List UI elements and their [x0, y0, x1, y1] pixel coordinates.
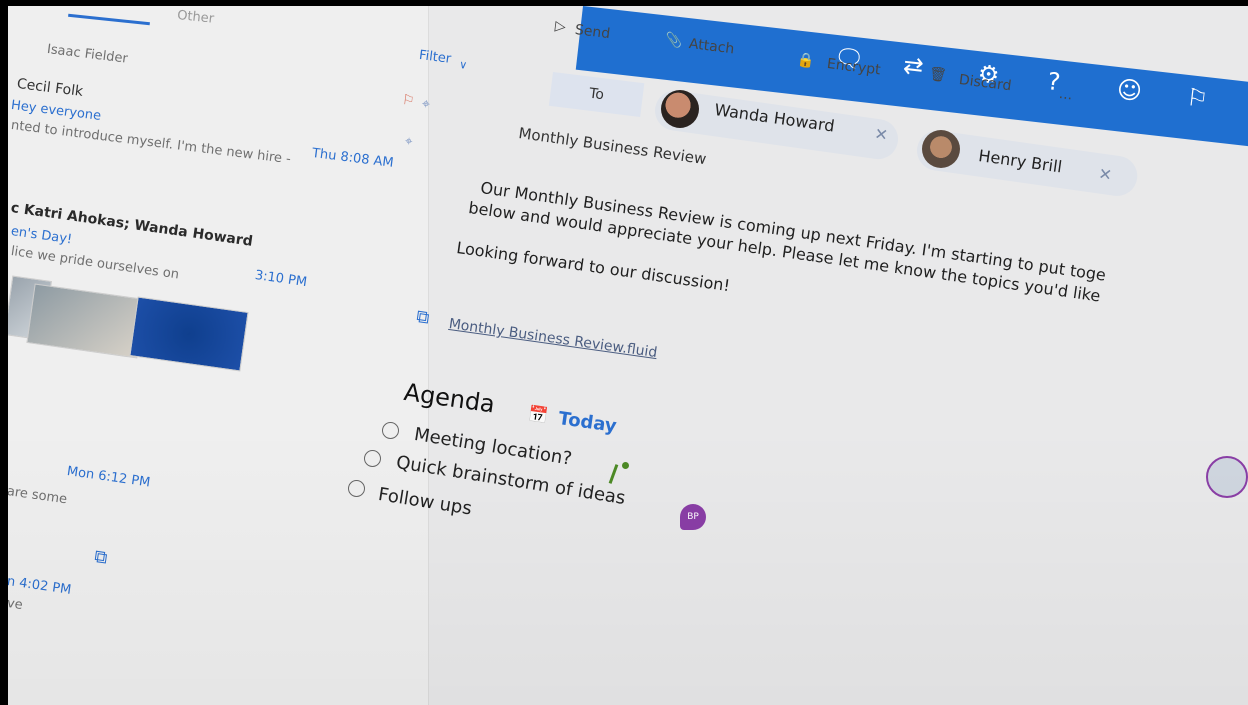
flag-icon[interactable]: ⚐ — [1185, 83, 1210, 113]
message-sender[interactable]: Isaac Fielder — [46, 42, 128, 67]
message-preview[interactable]: ve — [8, 596, 24, 613]
switch-icon[interactable]: ⇄ — [902, 51, 925, 81]
calendar-icon: 📅 — [527, 404, 550, 426]
focused-tab-indicator — [68, 13, 150, 26]
outlook-window: 🗨 ⇄ ⚙ ? ☺ ⚐ Other Isaac Fielder Cecil Fo… — [8, 6, 1248, 705]
message-subject[interactable]: en's Day! — [10, 224, 73, 247]
to-label[interactable]: To — [548, 72, 645, 117]
collaborator-cursor — [608, 464, 619, 484]
message-list: Other Isaac Fielder Cecil Folk Hey every… — [8, 6, 431, 705]
more-options-button[interactable]: ... — [1058, 86, 1073, 104]
paperclip-icon: 📎 — [664, 32, 684, 51]
message-time: Mon 6:12 PM — [65, 464, 152, 491]
trash-icon: 🗑 — [928, 66, 948, 85]
message-sender[interactable]: Cecil Folk — [16, 76, 84, 100]
date-chip[interactable]: Today — [557, 408, 618, 437]
collaborator-cursor-dot — [622, 462, 629, 469]
avatar — [661, 90, 699, 128]
message-preview[interactable]: are some — [8, 484, 68, 507]
fluid-icon: ⧉ — [93, 546, 109, 569]
message-preview[interactable]: lice we pride ourselves on — [10, 244, 180, 282]
flag-icon[interactable]: ⚐ — [401, 92, 415, 109]
checkbox-circle[interactable] — [348, 480, 365, 497]
fluid-link[interactable]: Monthly Business Review.fluid — [448, 316, 658, 361]
chevron-down-icon[interactable]: ∨ — [458, 58, 468, 72]
avatar[interactable] — [1206, 456, 1248, 498]
lock-icon: 🔒 — [796, 52, 816, 71]
fluid-component-icon: ⧉ — [415, 306, 431, 329]
pin-icon[interactable]: ⌖ — [404, 134, 413, 150]
tab-other[interactable]: Other — [176, 8, 214, 27]
checkbox-circle[interactable] — [382, 422, 399, 439]
avatar — [922, 130, 960, 168]
attachment-thumbnail[interactable] — [129, 296, 249, 372]
message-time: n 4:02 PM — [8, 574, 73, 598]
checkbox-circle[interactable] — [364, 450, 381, 467]
close-icon[interactable]: ✕ — [1097, 164, 1113, 185]
pin-icon[interactable]: ⌖ — [421, 96, 431, 113]
close-icon[interactable]: ✕ — [873, 124, 889, 145]
message-time: 3:10 PM — [253, 268, 308, 291]
smiley-icon[interactable]: ☺ — [1115, 75, 1143, 106]
message-time: Thu 8:08 AM — [311, 146, 395, 171]
collaborator-badge: BP — [680, 504, 706, 530]
attachment-thumbnail[interactable] — [26, 283, 146, 359]
send-icon[interactable]: ▷ — [554, 18, 567, 35]
message-preview[interactable]: nted to introduce myself. I'm the new hi… — [10, 118, 291, 167]
